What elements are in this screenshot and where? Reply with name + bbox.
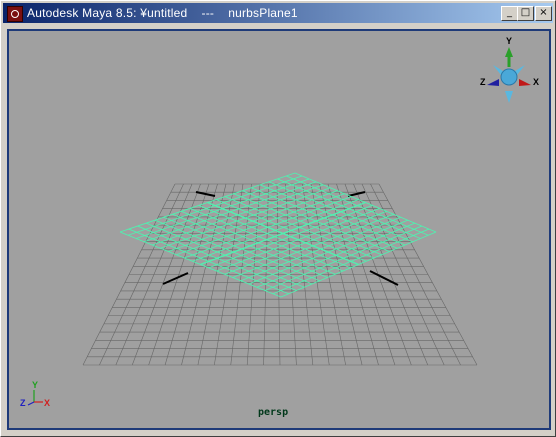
window-title: Autodesk Maya 8.5: ¥untitled --- nurbsPl…	[27, 6, 298, 20]
perspective-viewport[interactable]: Y Z X Y X Z	[9, 31, 549, 428]
maximize-button[interactable]: □	[517, 6, 534, 21]
view-compass-center[interactable]	[500, 68, 518, 86]
gizmo-y-label: Y	[32, 380, 38, 390]
compass-z-label: Z	[480, 77, 486, 87]
z-axis-cone[interactable]	[487, 79, 499, 86]
camera-name-label: persp	[258, 407, 289, 418]
nurbs-plane[interactable]	[119, 172, 437, 298]
compass-y-label: Y	[506, 36, 512, 46]
view-compass[interactable]: Y Z X	[480, 36, 539, 103]
title-bar[interactable]: Autodesk Maya 8.5: ¥untitled --- nurbsPl…	[3, 3, 553, 23]
perspective-viewport-frame: Y Z X Y X Z persp	[7, 29, 551, 430]
axis-gizmo: Y X Z	[20, 380, 50, 408]
x-axis-cone[interactable]	[519, 79, 531, 86]
maya-window: Autodesk Maya 8.5: ¥untitled --- nurbsPl…	[0, 0, 556, 437]
maya-app-icon[interactable]	[7, 6, 23, 22]
minimize-button[interactable]: _	[501, 6, 518, 21]
close-button[interactable]: ×	[535, 6, 552, 21]
grid-axis-line	[347, 191, 366, 197]
compass-x-label: X	[533, 77, 539, 87]
gizmo-z-label: Z	[20, 398, 26, 408]
gizmo-x-label: X	[44, 398, 50, 408]
